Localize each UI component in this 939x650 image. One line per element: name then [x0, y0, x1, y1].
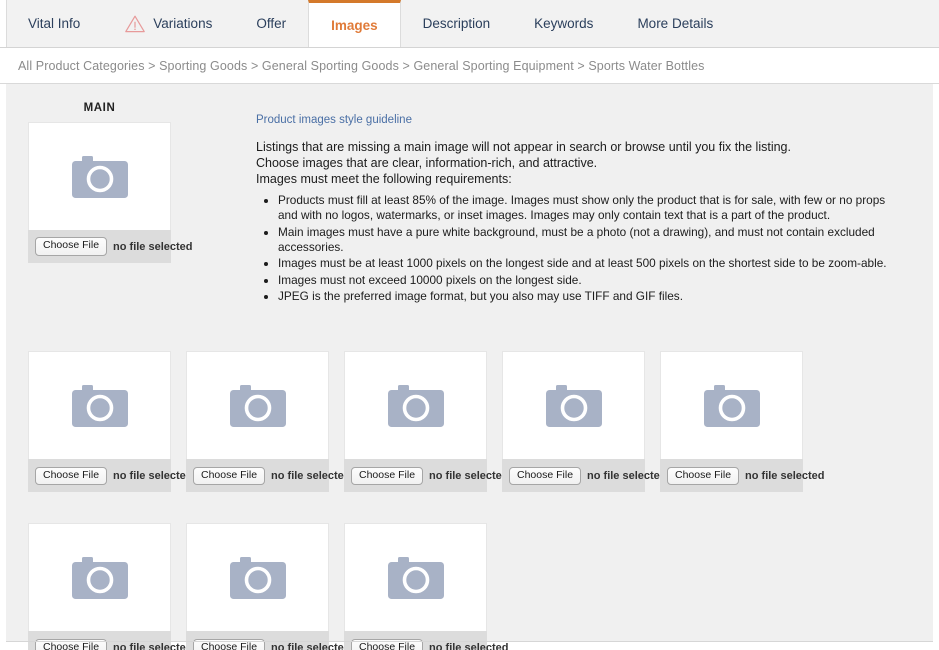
file-status-label: no file selected — [113, 241, 192, 253]
camera-placeholder-icon — [546, 385, 602, 427]
file-status-label: no file selected — [113, 470, 192, 482]
guideline-bullet: JPEG is the preferred image format, but … — [278, 289, 901, 304]
main-image-slot: MAIN Choose File no file se — [28, 102, 171, 305]
images-content-area: MAIN Choose File no file se — [0, 84, 939, 650]
image-preview[interactable] — [344, 351, 487, 459]
tab-keywords[interactable]: Keywords — [512, 0, 615, 47]
image-slot: Choose File no file selected — [502, 351, 645, 492]
additional-images-row-2: Choose File no file selected Choose F — [6, 523, 933, 650]
image-preview[interactable] — [28, 351, 171, 459]
tab-label: More Details — [637, 16, 713, 31]
main-image-preview[interactable] — [28, 122, 171, 230]
slot-file-input: Choose File no file selected — [344, 631, 487, 650]
image-slot: Choose File no file selected — [28, 351, 171, 492]
choose-file-button[interactable]: Choose File — [351, 639, 423, 650]
tab-images[interactable]: Images — [308, 0, 401, 47]
style-guideline-link[interactable]: Product images style guideline — [256, 114, 412, 126]
guideline-bullet: Main images must have a pure white backg… — [278, 225, 901, 256]
choose-file-button[interactable]: Choose File — [193, 467, 265, 486]
file-status-label: no file selected — [429, 642, 508, 650]
camera-placeholder-icon — [388, 385, 444, 427]
tab-label: Images — [331, 18, 378, 33]
main-slot-file-input: Choose File no file selected — [28, 230, 171, 263]
choose-file-button[interactable]: Choose File — [667, 467, 739, 486]
guideline-intro-line-2: Choose images that are clear, informatio… — [256, 155, 901, 171]
guideline-bullet: Products must fill at least 85% of the i… — [278, 193, 901, 224]
slot-file-input: Choose File no file selected — [28, 631, 171, 650]
image-slot: Choose File no file selected — [186, 351, 329, 492]
choose-file-button[interactable]: Choose File — [509, 467, 581, 486]
guideline-intro-line-1: Listings that are missing a main image w… — [256, 139, 901, 155]
camera-placeholder-icon — [388, 557, 444, 599]
warning-triangle-icon — [124, 14, 146, 33]
tab-more-details[interactable]: More Details — [615, 0, 735, 47]
image-preview[interactable] — [186, 523, 329, 631]
image-guidelines: Product images style guideline Listings … — [256, 102, 901, 305]
camera-placeholder-icon — [230, 385, 286, 427]
image-preview[interactable] — [344, 523, 487, 631]
main-slot-label: MAIN — [28, 102, 171, 118]
guideline-bullet: Images must not exceed 10000 pixels on t… — [278, 273, 901, 288]
image-preview[interactable] — [28, 523, 171, 631]
tab-label: Vital Info — [28, 16, 80, 31]
file-status-label: no file selected — [113, 642, 192, 650]
choose-file-button[interactable]: Choose File — [35, 237, 107, 256]
image-slot: Choose File no file selected — [28, 523, 171, 650]
image-slot: Choose File no file selected — [660, 351, 803, 492]
image-slot: Choose File no file selected — [344, 351, 487, 492]
slot-file-input: Choose File no file selected — [186, 459, 329, 492]
breadcrumb-row: All Product Categories > Sporting Goods … — [0, 48, 939, 84]
tab-variations[interactable]: Variations — [102, 0, 234, 47]
file-status-label: no file selected — [271, 470, 350, 482]
tab-label: Description — [423, 16, 491, 31]
choose-file-button[interactable]: Choose File — [351, 467, 423, 486]
choose-file-button[interactable]: Choose File — [193, 639, 265, 650]
file-status-label: no file selected — [429, 470, 508, 482]
image-slot: Choose File no file selected — [344, 523, 487, 650]
tab-label: Offer — [256, 16, 286, 31]
camera-placeholder-icon — [72, 385, 128, 427]
slot-file-input: Choose File no file selected — [660, 459, 803, 492]
guideline-intro-line-3: Images must meet the following requireme… — [256, 171, 901, 187]
file-status-label: no file selected — [745, 470, 824, 482]
breadcrumb[interactable]: All Product Categories > Sporting Goods … — [18, 59, 705, 73]
product-images-page: Vital Info Variations Offer Images Descr… — [0, 0, 939, 650]
tab-label: Keywords — [534, 16, 593, 31]
image-preview[interactable] — [502, 351, 645, 459]
file-status-label: no file selected — [271, 642, 350, 650]
main-and-guidelines-section: MAIN Choose File no file se — [6, 84, 933, 305]
camera-placeholder-icon — [72, 156, 128, 198]
camera-placeholder-icon — [72, 557, 128, 599]
camera-placeholder-icon — [704, 385, 760, 427]
main-slot-box: Choose File no file selected — [28, 122, 171, 263]
slot-file-input: Choose File no file selected — [344, 459, 487, 492]
choose-file-button[interactable]: Choose File — [35, 467, 107, 486]
tab-vital-info[interactable]: Vital Info — [6, 0, 102, 47]
file-status-label: no file selected — [587, 470, 666, 482]
tab-offer[interactable]: Offer — [234, 0, 308, 47]
camera-placeholder-icon — [230, 557, 286, 599]
guideline-bullet: Images must be at least 1000 pixels on t… — [278, 256, 901, 271]
image-preview[interactable] — [186, 351, 329, 459]
choose-file-button[interactable]: Choose File — [35, 639, 107, 650]
image-preview[interactable] — [660, 351, 803, 459]
tab-bar: Vital Info Variations Offer Images Descr… — [0, 0, 939, 48]
tab-description[interactable]: Description — [401, 0, 513, 47]
tab-label: Variations — [153, 16, 212, 31]
image-slot: Choose File no file selected — [186, 523, 329, 650]
slot-file-input: Choose File no file selected — [28, 459, 171, 492]
slot-file-input: Choose File no file selected — [186, 631, 329, 650]
additional-images-row-1: Choose File no file selected Choose F — [6, 351, 933, 492]
slot-file-input: Choose File no file selected — [502, 459, 645, 492]
guideline-requirements-list: Products must fill at least 85% of the i… — [256, 193, 901, 304]
